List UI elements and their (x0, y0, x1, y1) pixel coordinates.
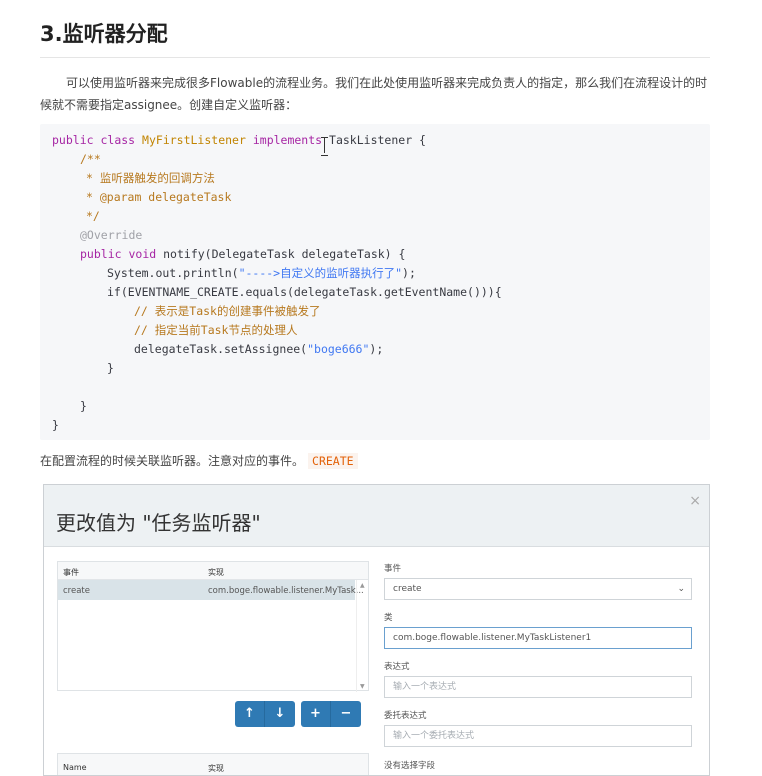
code-token: implements (252, 133, 323, 147)
task-listener-dialog: 更改值为 "任务监听器" × 事件 实现 create com.boge.flo… (43, 484, 710, 776)
chevron-down-icon: ⌄ (677, 584, 685, 594)
page-heading: 3.监听器分配 (40, 22, 168, 46)
grid-header: 事件 实现 (58, 562, 368, 580)
code-line-14: } (80, 399, 87, 413)
listener-grid: 事件 实现 create com.boge.flowable.listener.… (57, 561, 369, 692)
add-remove-button-group: + − (301, 701, 361, 727)
code-line-10: // 表示是Task的创建事件被触发了 (134, 304, 321, 318)
code-token: System.out.println( (107, 266, 239, 280)
caption-text: 在配置流程的时候关联监听器。注意对应的事件。 (40, 454, 305, 468)
grid-col-impl-2[interactable]: 实现 (208, 763, 224, 774)
code-token: ); (369, 342, 384, 356)
code-line-6: @Override (80, 228, 143, 242)
code-line-11: // 指定当前Task节点的处理人 (134, 323, 298, 337)
code-token: public (80, 247, 122, 261)
code-token: delegateTask.setAssignee( (134, 342, 308, 356)
code-line-8: System.out.println("---->自定义的监听器执行了"); (107, 266, 416, 281)
grid-cell-event: create (63, 586, 90, 596)
grid-col-event[interactable]: 事件 (63, 567, 79, 578)
code-token: class (100, 133, 136, 147)
text-cursor-icon (321, 137, 329, 156)
code-token: "boge666" (307, 342, 370, 356)
code-token: "---->自定义的监听器执行了" (238, 266, 403, 280)
move-up-button[interactable]: ↑ (235, 701, 265, 727)
code-line-9: if(EVENTNAME_CREATE.equals(delegateTask.… (107, 285, 502, 299)
grid-scrollbar[interactable]: ▲ ▼ (356, 580, 368, 692)
code-line-13: } (107, 361, 114, 375)
scroll-up-icon[interactable]: ▲ (360, 582, 365, 589)
expression-input[interactable]: 输入一个表达式 (384, 676, 692, 698)
inline-code: CREATE (308, 453, 358, 469)
code-line-2: /** (80, 152, 101, 166)
code-token: TaskListener { (329, 133, 426, 147)
heading-divider (40, 57, 710, 58)
dialog-header: 更改值为 "任务监听器" × (44, 485, 709, 547)
code-line-3: * 监听器触发的回调方法 (86, 171, 215, 185)
dialog-title: 更改值为 "任务监听器" (56, 511, 261, 535)
event-select-value: create (393, 584, 422, 594)
table-row[interactable]: create com.boge.flowable.listener.MyTask… (58, 580, 364, 600)
grid-cell-impl: com.boge.flowable.listener.MyTask... (208, 586, 364, 596)
remove-button[interactable]: − (331, 701, 361, 727)
close-icon[interactable]: × (689, 493, 701, 509)
code-line-7: public void notify(DelegateTask delegate… (80, 247, 405, 262)
class-input[interactable]: com.boge.flowable.listener.MyTaskListene… (384, 627, 692, 649)
move-down-button[interactable]: ↓ (265, 701, 295, 727)
scroll-down-icon[interactable]: ▼ (360, 683, 365, 690)
code-token: public (52, 133, 94, 147)
code-line-5: */ (86, 209, 100, 223)
no-field-text: 没有选择字段 (384, 761, 436, 771)
field-grid-header: Name 实现 (57, 753, 369, 775)
delegate-expression-input[interactable]: 输入一个委托表达式 (384, 725, 692, 747)
move-button-group: ↑ ↓ (235, 701, 295, 727)
code-token: notify(DelegateTask delegateTask) { (163, 247, 406, 261)
add-button[interactable]: + (301, 701, 331, 727)
code-token: MyFirstListener (142, 133, 246, 147)
code-token: void (128, 247, 157, 261)
event-label: 事件 (384, 564, 402, 574)
class-label: 类 (384, 613, 393, 623)
code-line-4: * @param delegateTask (86, 190, 232, 204)
code-line-12: delegateTask.setAssignee("boge666"); (134, 342, 383, 357)
grid-col-name[interactable]: Name (63, 763, 87, 772)
code-line-1: public class MyFirstListener implements … (52, 133, 426, 148)
event-select[interactable]: create ⌄ (384, 578, 692, 600)
delegate-expression-label: 委托表达式 (384, 711, 427, 721)
code-token: ); (402, 266, 416, 280)
expression-label: 表达式 (384, 662, 410, 672)
code-line-15: } (52, 418, 59, 432)
caption: 在配置流程的时候关联监听器。注意对应的事件。 CREATE (40, 452, 358, 469)
intro-paragraph: 可以使用监听器来完成很多Flowable的流程业务。我们在此处使用监听器来完成负… (40, 76, 708, 112)
code-block: public class MyFirstListener implements … (40, 124, 710, 440)
grid-col-impl[interactable]: 实现 (208, 567, 224, 578)
